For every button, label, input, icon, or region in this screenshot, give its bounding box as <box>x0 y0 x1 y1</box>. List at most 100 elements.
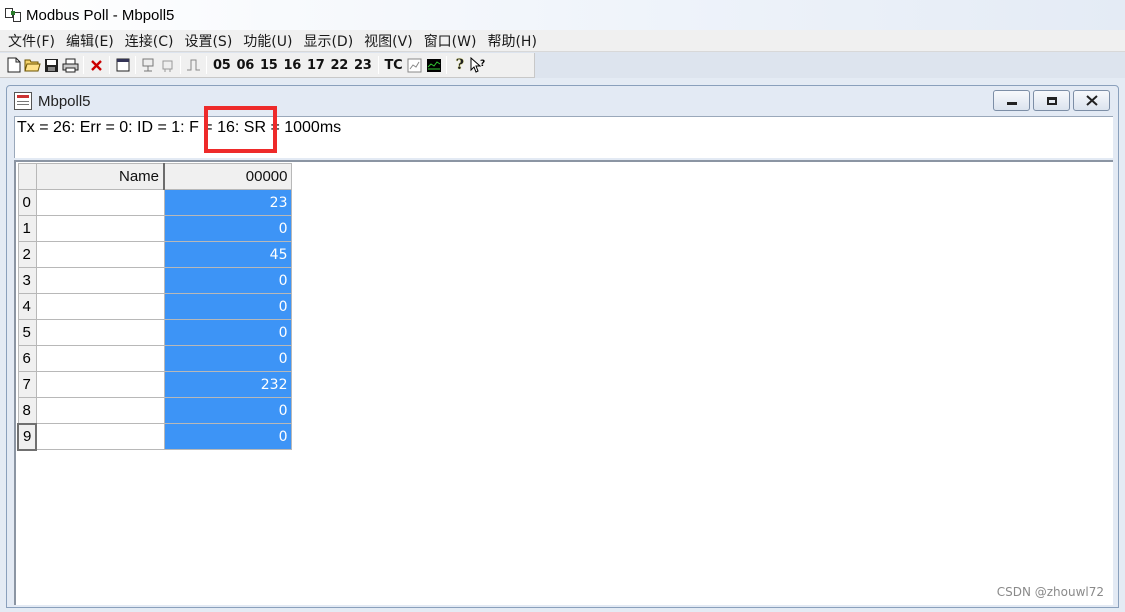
table-row: 50 <box>17 319 292 346</box>
register-value-cell[interactable]: 0 <box>163 423 292 450</box>
address-column-header: 00000 <box>163 163 292 190</box>
name-cell[interactable] <box>35 293 165 320</box>
row-index[interactable]: 3 <box>17 267 37 294</box>
register-value-cell[interactable]: 0 <box>163 293 292 320</box>
name-cell[interactable] <box>35 241 165 268</box>
watermark: CSDN @zhouwl72 <box>996 585 1104 599</box>
register-table: Name 00000 0 23 1 0 2 45 3 0 4 0 5 0 6 0 7 232 8 0 9 0 <box>17 163 292 451</box>
menu-file[interactable]: 文件(F) <box>4 31 62 51</box>
row-index[interactable]: 0 <box>17 189 37 216</box>
menu-edit[interactable]: 编辑(E) <box>62 31 121 51</box>
modbus-app-icon <box>4 6 22 24</box>
toolbar-separator <box>109 56 110 74</box>
menu-connection[interactable]: 连接(C) <box>121 31 181 51</box>
title-bar: Modbus Poll - Mbpoll5 <box>0 0 1125 30</box>
close-button[interactable] <box>1073 90 1110 111</box>
toolbar-separator <box>446 56 448 74</box>
function-05-button[interactable]: 05 <box>210 58 234 73</box>
minimize-button[interactable] <box>993 90 1030 111</box>
modbus-poll-app: Modbus Poll - Mbpoll5 文件(F) 编辑(E) 连接(C) … <box>0 0 1125 612</box>
new-file-icon[interactable] <box>4 56 23 75</box>
row-index[interactable]: 1 <box>17 215 37 242</box>
register-value-cell[interactable]: 45 <box>163 241 292 268</box>
table-row: 40 <box>17 293 292 320</box>
help-icon[interactable]: ? <box>450 56 469 75</box>
register-value-cell[interactable]: 0 <box>163 319 292 346</box>
toolbar-separator <box>377 56 379 74</box>
window-controls <box>993 90 1110 111</box>
row-index[interactable]: 7 <box>17 371 37 398</box>
name-cell[interactable] <box>35 423 165 450</box>
menu-window[interactable]: 窗口(W) <box>420 31 484 51</box>
table-row: 7 232 <box>17 371 292 398</box>
function-22-button[interactable]: 22 <box>328 58 352 73</box>
register-value-cell[interactable]: 0 <box>163 215 292 242</box>
table-row: 60 <box>17 345 292 372</box>
register-grid-pane: Name 00000 0 23 1 0 2 45 3 0 4 0 5 0 6 0 7 232 8 0 9 0 <box>14 160 1113 605</box>
menu-view[interactable]: 视图(V) <box>360 31 420 51</box>
row-index[interactable]: 5 <box>17 319 37 346</box>
pulse-icon[interactable] <box>184 56 203 75</box>
function-06-button[interactable]: 06 <box>234 58 258 73</box>
status-line: Tx = 26: Err = 0: ID = 1: F = 16: SR = 1… <box>14 106 1113 158</box>
open-folder-icon[interactable] <box>23 56 42 75</box>
menu-bar: 文件(F) 编辑(E) 连接(C) 设置(S) 功能(U) 显示(D) 视图(V… <box>0 30 1125 52</box>
table-row: 10 <box>17 215 292 242</box>
name-column-header: Name <box>35 163 165 190</box>
mdi-workspace: Mbpoll5 Tx = 26: Err = 0: ID = 1: F = 16… <box>0 78 1125 612</box>
name-cell[interactable] <box>35 371 165 398</box>
table-row: 2 45 <box>17 241 292 268</box>
child-window-title: Mbpoll5 <box>38 92 91 110</box>
row-index[interactable]: 6 <box>17 345 37 372</box>
function-16-button[interactable]: 16 <box>281 58 305 73</box>
name-cell[interactable] <box>35 215 165 242</box>
delete-icon[interactable] <box>87 56 106 75</box>
row-index[interactable]: 8 <box>17 397 37 424</box>
register-value-cell[interactable]: 23 <box>163 189 292 216</box>
name-cell[interactable] <box>35 345 165 372</box>
toolbar-separator <box>135 56 136 74</box>
window-icon[interactable] <box>113 56 132 75</box>
row-index[interactable]: 4 <box>17 293 37 320</box>
mbpoll-child-window[interactable]: Mbpoll5 Tx = 26: Err = 0: ID = 1: F = 16… <box>6 85 1119 608</box>
function-15-button[interactable]: 15 <box>257 58 281 73</box>
svg-text:?: ? <box>480 59 485 69</box>
maximize-button[interactable] <box>1033 90 1070 111</box>
register-value-cell[interactable]: 232 <box>163 371 292 398</box>
function-17-button[interactable]: 17 <box>304 58 328 73</box>
toolbar-separator <box>206 56 207 74</box>
maximize-icon <box>1046 96 1057 105</box>
function-23-button[interactable]: 23 <box>351 58 375 73</box>
menu-display[interactable]: 显示(D) <box>299 31 360 51</box>
name-cell[interactable] <box>35 397 165 424</box>
document-icon <box>14 92 32 110</box>
table-row: 0 23 <box>17 189 292 216</box>
menu-help[interactable]: 帮助(H) <box>483 31 543 51</box>
row-index[interactable]: 9 <box>17 422 37 451</box>
traffic-tc-button[interactable]: TC <box>382 58 406 73</box>
save-icon[interactable] <box>42 56 61 75</box>
toolbar: 05 06 15 16 17 22 23 TC ? ? <box>0 53 535 78</box>
close-icon <box>1085 95 1098 106</box>
name-cell[interactable] <box>35 267 165 294</box>
register-value-cell[interactable]: 0 <box>163 267 292 294</box>
monitor-icon[interactable] <box>424 56 443 75</box>
chart-icon[interactable] <box>405 56 424 75</box>
grid-corner <box>17 163 37 190</box>
toolbar-separator <box>83 56 84 74</box>
function-code-highlight <box>204 106 277 153</box>
menu-functions[interactable]: 功能(U) <box>239 31 299 51</box>
table-row: 90 <box>17 422 292 451</box>
connect-icon[interactable] <box>139 56 158 75</box>
register-value-cell[interactable]: 0 <box>163 397 292 424</box>
context-help-icon[interactable]: ? <box>469 56 488 75</box>
name-cell[interactable] <box>35 189 165 216</box>
print-icon[interactable] <box>61 56 80 75</box>
app-title: Modbus Poll - Mbpoll5 <box>26 6 175 24</box>
disconnect-icon[interactable] <box>158 56 177 75</box>
register-value-cell[interactable]: 0 <box>163 345 292 372</box>
child-title-bar[interactable]: Mbpoll5 <box>7 86 1118 116</box>
menu-setup[interactable]: 设置(S) <box>180 31 239 51</box>
name-cell[interactable] <box>35 319 165 346</box>
row-index[interactable]: 2 <box>17 241 37 268</box>
